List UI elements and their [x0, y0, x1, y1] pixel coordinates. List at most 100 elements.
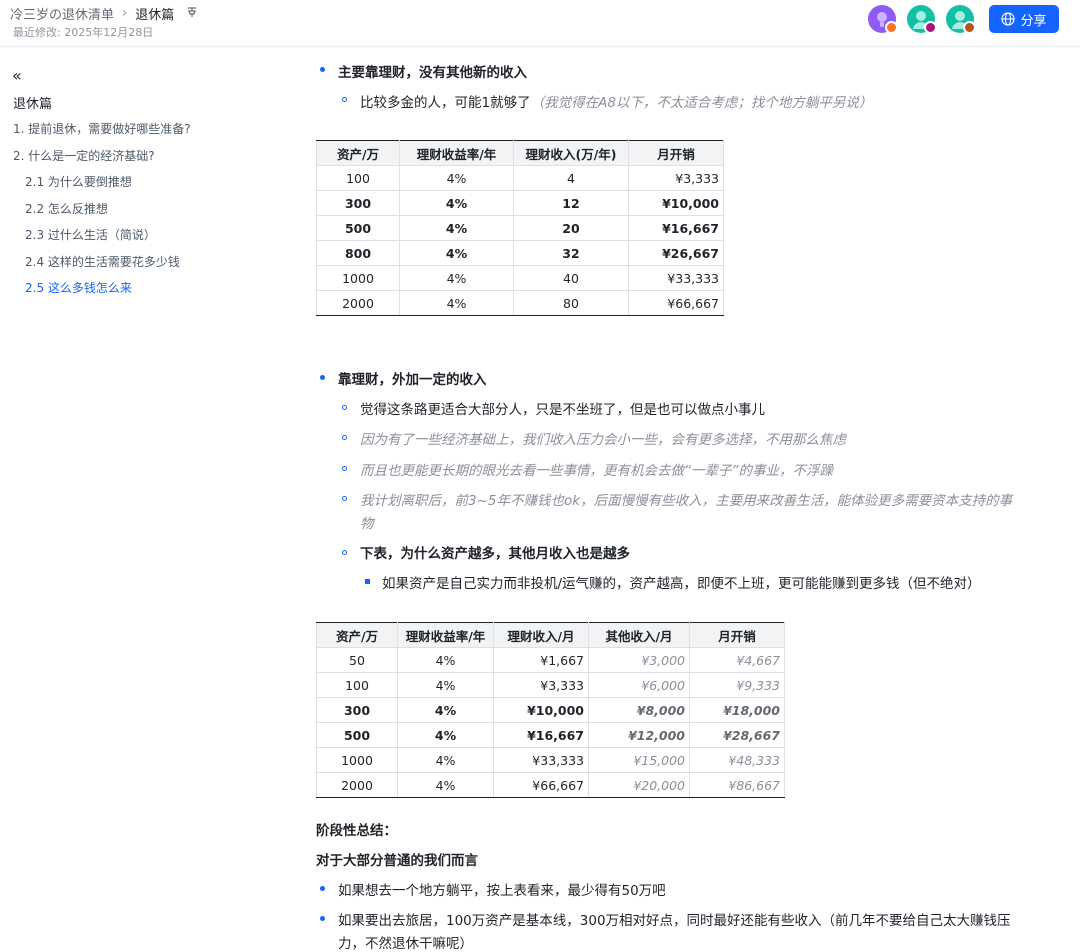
table-cell: ¥26,667 — [628, 240, 724, 266]
table-header: 资产/万 理财收益率/年 理财收入/月 其他收入/月 月开销 — [316, 622, 785, 648]
pin-icon[interactable] — [186, 6, 198, 21]
table-cell: ¥48,333 — [689, 747, 785, 773]
bullet-icon — [320, 375, 325, 380]
toc-title[interactable]: 退休篇 — [13, 93, 52, 112]
table-cell: 1000 — [316, 265, 400, 291]
body-text: 觉得这条路更适合大部分人，只是不坐班了，但是也可以做点小事儿 — [360, 402, 765, 418]
toc-item[interactable]: 1. 提前退休，需要做好哪些准备? — [13, 120, 191, 137]
share-button[interactable]: 分享 — [989, 5, 1059, 33]
table-cell: 4% — [399, 165, 514, 191]
avatar[interactable] — [868, 5, 898, 34]
table-row: 300 4% ¥10,000 ¥8,000 ¥18,000 — [316, 697, 785, 723]
breadcrumb-parent[interactable]: 冷三岁の退休清单 — [10, 4, 114, 23]
table-row: 100 4% 4 ¥3,333 — [316, 165, 724, 191]
column-header: 月开销 — [628, 140, 724, 166]
table-cell: ¥16,667 — [493, 722, 589, 748]
table-row: 800 4% 32 ¥26,667 — [316, 240, 724, 266]
table-cell: ¥4,667 — [689, 647, 785, 673]
summary-subtitle: 对于大部分普通的我们而言 — [316, 853, 478, 869]
table-cell: 20 — [513, 215, 629, 241]
table-row: 2000 4% ¥66,667 ¥20,000 ¥86,667 — [316, 772, 785, 798]
table-cell: ¥66,667 — [493, 772, 589, 798]
section-heading: 靠理财，外加一定的收入 — [338, 372, 487, 388]
toc-item[interactable]: 2.1 为什么要倒推想 — [25, 173, 132, 190]
bullet-icon — [320, 886, 325, 891]
bullet-icon — [320, 916, 325, 921]
table-cell: ¥28,667 — [689, 722, 785, 748]
bullet-icon — [342, 435, 347, 440]
body-text: 如果资产是自己实力而非投机/运气赚的，资产越高，即便不上班，更可能能赚到更多钱（… — [382, 576, 981, 592]
table-cell: 4% — [397, 722, 494, 748]
table-cell: 800 — [316, 240, 400, 266]
avatar[interactable] — [946, 5, 976, 34]
table-cell: ¥6,000 — [588, 672, 690, 698]
table-cell: ¥10,000 — [628, 190, 724, 216]
toc-item[interactable]: 2.2 怎么反推想 — [25, 200, 108, 217]
table-cell: ¥9,333 — [689, 672, 785, 698]
table-cell: ¥20,000 — [588, 772, 690, 798]
toc-item[interactable]: 2.3 过什么生活（简说） — [25, 226, 156, 243]
share-label: 分享 — [1020, 13, 1047, 29]
table-cell: 4% — [397, 772, 494, 798]
column-header: 理财收入/月 — [493, 622, 589, 648]
table-row: 300 4% 12 ¥10,000 — [316, 190, 724, 216]
table-cell: ¥33,333 — [493, 747, 589, 773]
table-header: 资产/万 理财收益率/年 理财收入(万/年) 月开销 — [316, 140, 724, 166]
note-text: 物 — [360, 516, 374, 532]
breadcrumb: 冷三岁の退休清单 › 退休篇 — [10, 4, 198, 23]
bullet-icon — [342, 496, 347, 501]
body-line: 比较多金的人，可能1就够了（我觉得在A8以下，不太适合考虑；找个地方躺平另说） — [360, 91, 872, 111]
table-cell: 300 — [316, 190, 400, 216]
column-header: 理财收益率/年 — [397, 622, 494, 648]
table-cell: ¥1,667 — [493, 647, 589, 673]
bullet-icon — [342, 97, 347, 102]
section-heading: 主要靠理财，没有其他新的收入 — [338, 65, 527, 81]
column-header: 理财收益率/年 — [399, 140, 514, 166]
breadcrumb-current[interactable]: 退休篇 — [135, 4, 174, 23]
table-cell: 4% — [399, 215, 514, 241]
table-cell: 50 — [316, 647, 398, 673]
table-cell: ¥18,000 — [689, 697, 785, 723]
table-cell: 4% — [399, 240, 514, 266]
note-text: 因为有了一些经济基础上，我们收入压力会小一些，会有更多选择，不用那么焦虑 — [360, 432, 846, 448]
note-text: 而且也更能更长期的眼光去看一些事情，更有机会去做“一辈子”的事业，不浮躁 — [360, 463, 833, 479]
bullet-icon — [342, 405, 347, 410]
table-cell: 100 — [316, 165, 400, 191]
bullet-icon — [320, 67, 325, 72]
note-text: （我觉得在A8以下，不太适合考虑；找个地方躺平另说） — [530, 95, 873, 111]
table-row: 500 4% 20 ¥16,667 — [316, 215, 724, 241]
toc-item[interactable]: 2. 什么是一定的经济基础? — [13, 147, 155, 164]
note-text: 我计划离职后，前3~5年不赚钱也ok，后面慢慢有些收入，主要用来改善生活，能体验… — [360, 493, 1013, 509]
table-cell: 80 — [513, 290, 629, 316]
table-cell: 4 — [513, 165, 629, 191]
status-badge — [963, 21, 976, 34]
column-header: 理财收入(万/年) — [513, 140, 629, 166]
bullet-icon — [365, 579, 370, 584]
table-row: 50 4% ¥1,667 ¥3,000 ¥4,667 — [316, 647, 785, 673]
table-cell: 4% — [399, 265, 514, 291]
bullet-icon — [342, 466, 347, 471]
table-cell: 4% — [399, 190, 514, 216]
table-cell: ¥33,333 — [628, 265, 724, 291]
column-header: 资产/万 — [316, 140, 400, 166]
table-cell: ¥3,000 — [588, 647, 690, 673]
body-text: 比较多金的人，可能1就够了 — [360, 95, 531, 111]
collapse-sidebar-icon[interactable]: « — [12, 66, 22, 85]
chevron-right-icon: › — [122, 6, 128, 21]
status-badge — [885, 21, 898, 34]
summary-title: 阶段性总结： — [316, 823, 397, 839]
table-cell: 300 — [316, 697, 398, 723]
table-cell: 4% — [397, 697, 494, 723]
table-cell: ¥66,667 — [628, 290, 724, 316]
table-cell: ¥3,333 — [493, 672, 589, 698]
data-table: 资产/万 理财收益率/年 理财收入(万/年) 月开销 100 4% 4 ¥3,3… — [316, 140, 724, 316]
data-table: 资产/万 理财收益率/年 理财收入/月 其他收入/月 月开销 50 4% ¥1,… — [316, 622, 785, 798]
body-text: 力，不然退休干嘛呢） — [338, 936, 473, 952]
table-row: 500 4% ¥16,667 ¥12,000 ¥28,667 — [316, 722, 785, 748]
table-cell: 100 — [316, 672, 398, 698]
toc-item-active[interactable]: 2.5 这么多钱怎么来 — [25, 279, 132, 296]
table-cell: 2000 — [316, 290, 400, 316]
table-cell: ¥8,000 — [588, 697, 690, 723]
avatar[interactable] — [907, 5, 937, 34]
toc-item[interactable]: 2.4 这样的生活需要花多少钱 — [25, 253, 180, 270]
